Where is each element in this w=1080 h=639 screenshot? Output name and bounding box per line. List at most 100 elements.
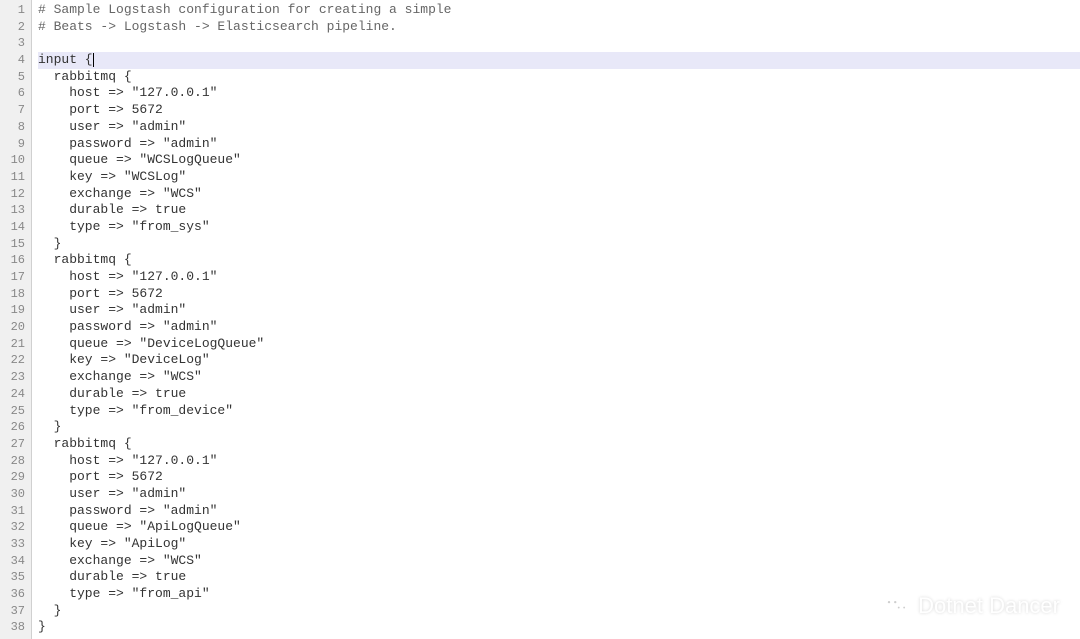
code-text: # Beats -> Logstash -> Elasticsearch pip…: [38, 19, 397, 34]
code-line[interactable]: # Sample Logstash configuration for crea…: [38, 2, 1080, 19]
line-number: 23: [0, 369, 31, 386]
text-cursor: [93, 53, 94, 67]
code-line[interactable]: [38, 35, 1080, 52]
line-number: 14: [0, 219, 31, 236]
code-line[interactable]: }: [38, 619, 1080, 636]
code-text: }: [38, 603, 61, 618]
code-line[interactable]: }: [38, 419, 1080, 436]
code-text: rabbitmq {: [38, 436, 132, 451]
code-text: # Sample Logstash configuration for crea…: [38, 2, 451, 17]
code-line[interactable]: port => 5672: [38, 102, 1080, 119]
line-number: 3: [0, 35, 31, 52]
code-text: port => 5672: [38, 102, 163, 117]
line-number: 33: [0, 536, 31, 553]
line-number: 16: [0, 252, 31, 269]
code-text: queue => "ApiLogQueue": [38, 519, 241, 534]
code-line[interactable]: input {: [38, 52, 1080, 69]
code-line[interactable]: durable => true: [38, 202, 1080, 219]
line-number: 29: [0, 469, 31, 486]
line-number: 20: [0, 319, 31, 336]
line-number: 4: [0, 52, 31, 69]
line-number-gutter: 1234567891011121314151617181920212223242…: [0, 0, 32, 639]
line-number: 38: [0, 619, 31, 636]
code-text: exchange => "WCS": [38, 369, 202, 384]
code-line[interactable]: type => "from_device": [38, 403, 1080, 420]
line-number: 12: [0, 186, 31, 203]
code-line[interactable]: durable => true: [38, 386, 1080, 403]
line-number: 21: [0, 336, 31, 353]
code-text: rabbitmq {: [38, 69, 132, 84]
code-line[interactable]: key => "WCSLog": [38, 169, 1080, 186]
code-line[interactable]: exchange => "WCS": [38, 553, 1080, 570]
code-line[interactable]: password => "admin": [38, 136, 1080, 153]
code-text: host => "127.0.0.1": [38, 453, 217, 468]
code-line[interactable]: key => "ApiLog": [38, 536, 1080, 553]
line-number: 18: [0, 286, 31, 303]
code-line[interactable]: host => "127.0.0.1": [38, 269, 1080, 286]
code-line[interactable]: host => "127.0.0.1": [38, 85, 1080, 102]
code-line[interactable]: password => "admin": [38, 503, 1080, 520]
line-number: 17: [0, 269, 31, 286]
code-text: input {: [38, 52, 93, 67]
line-number: 31: [0, 503, 31, 520]
line-number: 1: [0, 2, 31, 19]
code-line[interactable]: exchange => "WCS": [38, 186, 1080, 203]
code-line[interactable]: key => "DeviceLog": [38, 352, 1080, 369]
line-number: 15: [0, 236, 31, 253]
code-text: password => "admin": [38, 319, 217, 334]
code-text: exchange => "WCS": [38, 553, 202, 568]
code-line[interactable]: type => "from_sys": [38, 219, 1080, 236]
line-number: 2: [0, 19, 31, 36]
code-content-area[interactable]: # Sample Logstash configuration for crea…: [32, 0, 1080, 639]
code-line[interactable]: user => "admin": [38, 119, 1080, 136]
line-number: 35: [0, 569, 31, 586]
code-line[interactable]: rabbitmq {: [38, 252, 1080, 269]
code-text: type => "from_api": [38, 586, 210, 601]
code-line[interactable]: user => "admin": [38, 486, 1080, 503]
code-line[interactable]: rabbitmq {: [38, 69, 1080, 86]
code-text: user => "admin": [38, 302, 186, 317]
code-line[interactable]: password => "admin": [38, 319, 1080, 336]
code-line[interactable]: rabbitmq {: [38, 436, 1080, 453]
code-line[interactable]: queue => "DeviceLogQueue": [38, 336, 1080, 353]
code-line[interactable]: queue => "ApiLogQueue": [38, 519, 1080, 536]
line-number: 11: [0, 169, 31, 186]
code-text: type => "from_sys": [38, 219, 210, 234]
line-number: 27: [0, 436, 31, 453]
code-line[interactable]: }: [38, 603, 1080, 620]
line-number: 22: [0, 352, 31, 369]
line-number: 34: [0, 553, 31, 570]
line-number: 9: [0, 136, 31, 153]
code-text: }: [38, 619, 46, 634]
code-line[interactable]: port => 5672: [38, 469, 1080, 486]
line-number: 37: [0, 603, 31, 620]
code-line[interactable]: user => "admin": [38, 302, 1080, 319]
code-line[interactable]: host => "127.0.0.1": [38, 453, 1080, 470]
code-line[interactable]: type => "from_api": [38, 586, 1080, 603]
code-text: user => "admin": [38, 486, 186, 501]
code-line[interactable]: queue => "WCSLogQueue": [38, 152, 1080, 169]
code-text: password => "admin": [38, 503, 217, 518]
line-number: 8: [0, 119, 31, 136]
code-editor[interactable]: 1234567891011121314151617181920212223242…: [0, 0, 1080, 639]
code-line[interactable]: exchange => "WCS": [38, 369, 1080, 386]
line-number: 36: [0, 586, 31, 603]
code-text: durable => true: [38, 386, 186, 401]
code-text: port => 5672: [38, 469, 163, 484]
code-line[interactable]: }: [38, 236, 1080, 253]
code-text: key => "ApiLog": [38, 536, 186, 551]
code-line[interactable]: durable => true: [38, 569, 1080, 586]
line-number: 5: [0, 69, 31, 86]
code-line[interactable]: # Beats -> Logstash -> Elasticsearch pip…: [38, 19, 1080, 36]
line-number: 10: [0, 152, 31, 169]
code-text: password => "admin": [38, 136, 217, 151]
line-number: 7: [0, 102, 31, 119]
code-line[interactable]: port => 5672: [38, 286, 1080, 303]
code-text: exchange => "WCS": [38, 186, 202, 201]
code-text: key => "DeviceLog": [38, 352, 210, 367]
line-number: 30: [0, 486, 31, 503]
line-number: 19: [0, 302, 31, 319]
code-text: type => "from_device": [38, 403, 233, 418]
code-text: }: [38, 236, 61, 251]
code-text: queue => "DeviceLogQueue": [38, 336, 264, 351]
